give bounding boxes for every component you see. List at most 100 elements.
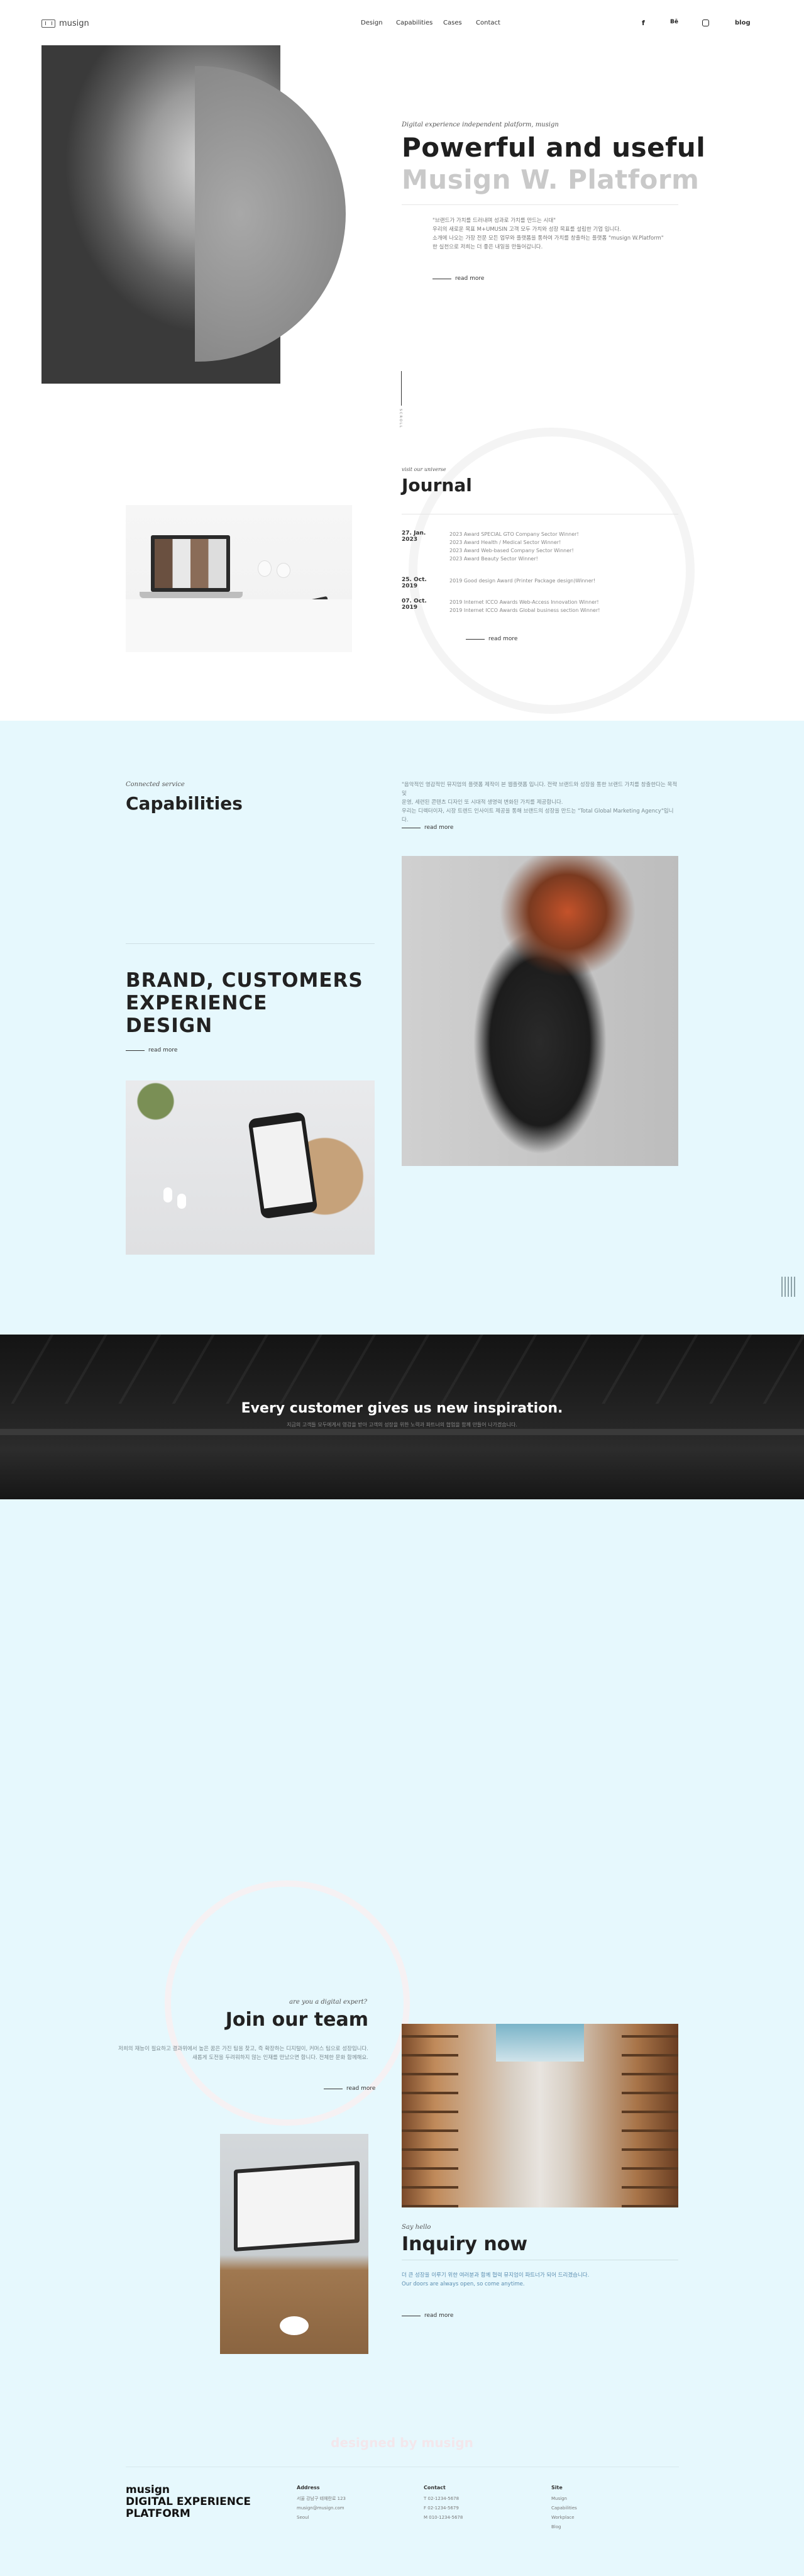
hero-tagline: Digital experience independent platform,…: [402, 121, 559, 128]
hero-divider: [402, 204, 678, 205]
speaker-left: [258, 560, 272, 577]
capabilities-desc-1: "음악적인 영감적인 뮤지엄의 플랫폼 제작이 본 웹플랫폼 입니다. 전략 브…: [402, 782, 678, 797]
team-body-2: 새롭게 도전을 두려워하지 않는 인재를 만났으면 합니다. 전체한 문화 함께…: [192, 2055, 368, 2061]
brand-heading-line: BRAND, CUSTOMERS: [126, 969, 363, 992]
coffee-cup: [280, 2316, 309, 2335]
brand-read-more-label: read more: [148, 1047, 178, 1053]
journal-read-more-label: read more: [488, 636, 518, 642]
journal-entry[interactable]: 27. Jan. 2023 2023 Award SPECIAL GTO Com…: [402, 530, 678, 563]
logo-text: musign: [59, 19, 89, 28]
logo[interactable]: musign: [41, 19, 89, 28]
journal-item: 2023 Award Beauty Sector Winner!: [449, 556, 538, 562]
hero-body-2: 소개에 나오는 가장 전문 모든 업무와 플랫폼을 통하여 가치를 창출하는 플…: [432, 235, 664, 242]
journal-item: 2019 Internet ICCO Awards Global busines…: [449, 608, 600, 613]
footer-logo[interactable]: musign DIGITAL EXPERIENCE PLATFORM: [126, 2484, 251, 2520]
footer-col-item[interactable]: musign@musign.com: [297, 2504, 346, 2513]
capabilities-desc-2: 운영, 세련된 콘텐츠 디자인 또 시대적 생명력 변화된 가치를 제공합니다.: [402, 799, 563, 806]
journal-date: 25. Oct. 2019: [402, 577, 427, 589]
brand-heading-line: DESIGN: [126, 1014, 213, 1037]
footer-col-item: F 02-1234-5679: [424, 2506, 459, 2511]
grid-dots-icon[interactable]: [781, 1277, 795, 1297]
journal-read-more[interactable]: read more: [466, 636, 517, 642]
journal-entry[interactable]: 07. Oct. 2019 2019 Internet ICCO Awards …: [402, 598, 678, 614]
inquiry-read-more[interactable]: read more: [402, 2312, 453, 2319]
brand-heading-line: EXPERIENCE: [126, 992, 268, 1014]
blog-link[interactable]: blog: [735, 19, 751, 26]
capabilities-desc: "음악적인 영감적인 뮤지엄의 플랫폼 제작이 본 웹플랫폼 입니다. 전략 브…: [402, 780, 678, 824]
capabilities-read-more[interactable]: read more: [402, 824, 453, 831]
hero-read-more-label: read more: [455, 275, 485, 282]
team-read-more[interactable]: read more: [324, 2085, 375, 2092]
footer-watermark: designed by musign: [331, 2435, 473, 2450]
journal-laptop-photo: [126, 505, 352, 652]
hero-body-3: 한 실천으로 저희는 더 좋은 내일을 만들어갑니다.: [432, 244, 543, 250]
hero-grey-circle: [195, 66, 346, 362]
library-photo: [402, 2024, 678, 2207]
journal-entry[interactable]: 25. Oct. 2019 2019 Good design Award (Pr…: [402, 577, 678, 589]
brand-read-more[interactable]: read more: [126, 1047, 177, 1053]
capabilities-tagline: Connected service: [126, 781, 185, 788]
hero-body-1: 우리의 새로운 목표 M+UMUSIN 고객 모두 가치와 성장 목표를 설립한…: [432, 226, 621, 233]
library-skylight: [496, 2024, 584, 2062]
desk-surface: [126, 599, 352, 652]
footer-col-title: Contact: [424, 2485, 446, 2490]
inquiry-tagline: Say hello: [402, 2224, 431, 2231]
journal-item: 2023 Award SPECIAL GTO Company Sector Wi…: [449, 531, 579, 537]
journal-date: 07. Oct. 2019: [402, 598, 427, 611]
capabilities-desc-3: 우리는 디렉터이자, 시장 트렌드 인사이트 제공을 통해 브랜드의 성장을 만…: [402, 808, 674, 823]
footer-col-item: 서울 강남구 테헤란로 123: [297, 2496, 346, 2501]
footer-col-item[interactable]: Workplace: [551, 2513, 577, 2523]
footer-col-item: Seoul: [297, 2515, 309, 2520]
footer-col-title: Site: [551, 2485, 563, 2490]
nav-capabilities[interactable]: Capabilities: [396, 19, 432, 26]
capabilities-portrait-photo: [402, 856, 678, 1166]
footer-logo-line: DIGITAL EXPERIENCE: [126, 2496, 251, 2508]
instagram-icon[interactable]: [702, 19, 709, 26]
nav-contact[interactable]: Contact: [476, 19, 500, 26]
site-header: musign Design Capabilities Cases Contact…: [0, 0, 804, 48]
earbud-left: [163, 1187, 172, 1202]
read-more-line: [466, 638, 485, 640]
logo-mark-icon: [41, 19, 55, 28]
inspiration-banner: Every customer gives us new inspiration.…: [0, 1335, 804, 1499]
scroll-label: SCROLL: [399, 409, 402, 429]
team-tagline: are you a digital expert?: [289, 1999, 367, 2006]
journal-item: 2019 Internet ICCO Awards Web-Access Inn…: [449, 599, 599, 605]
laptop-base: [140, 592, 243, 598]
bookshelf-left: [402, 2024, 458, 2207]
nav-cases[interactable]: Cases: [443, 19, 462, 26]
computer-monitor: [234, 2161, 360, 2251]
team-title: Join our team: [225, 2009, 368, 2031]
journal-item: 2019 Good design Award (Printer Package …: [449, 578, 596, 584]
journal-item: 2023 Award Health / Medical Sector Winne…: [449, 540, 561, 545]
team-read-more-label: read more: [346, 2085, 376, 2092]
hero-body: "브랜드가 가치를 드러내며 성과로 가치를 만드는 시대" 우리의 새로운 목…: [432, 216, 684, 252]
journal-list: 27. Jan. 2023 2023 Award SPECIAL GTO Com…: [402, 530, 678, 614]
smartphone-device: [248, 1111, 318, 1219]
footer-col-item[interactable]: M 010-1234-5678: [424, 2513, 463, 2523]
footer-col-item[interactable]: T 02-1234-5678: [424, 2494, 463, 2504]
footer-col-item[interactable]: Capabilities: [551, 2504, 577, 2513]
inquiry-read-more-label: read more: [424, 2312, 454, 2319]
footer-logo-line: musign: [126, 2484, 170, 2496]
laptop-display: [155, 539, 226, 588]
banner-subtitle: 지금의 고객들 모두에게서 영감을 받아 고객의 성장을 위한 노력과 파트너의…: [287, 1422, 517, 1428]
journal-tagline: visit our universe: [402, 467, 446, 472]
inquiry-title: Inquiry now: [402, 2233, 528, 2255]
footer-col-item[interactable]: Blog: [551, 2523, 577, 2532]
behance-icon[interactable]: Bē: [670, 19, 678, 25]
nav-design[interactable]: Design: [361, 19, 383, 26]
brand-divider: [126, 943, 375, 944]
facebook-icon[interactable]: f: [642, 19, 645, 27]
scroll-line: [401, 371, 402, 406]
bookshelf-right: [622, 2024, 678, 2207]
team-body: 저희의 재능이 필요하고 결과위에서 높은 꿈은 가진 팀을 찾고, 즉 확장하…: [113, 2045, 368, 2062]
hero-quote: "브랜드가 가치를 드러내며 성과로 가치를 만드는 시대": [432, 218, 556, 224]
footer-logo-line: PLATFORM: [126, 2507, 190, 2520]
capabilities-read-more-label: read more: [424, 824, 454, 831]
banner-title: Every customer gives us new inspiration.: [241, 1401, 563, 1416]
capabilities-phone-photo: [126, 1080, 375, 1255]
speaker-right: [277, 563, 290, 578]
hero-read-more[interactable]: read more: [432, 275, 484, 282]
footer-col-item[interactable]: Musign: [551, 2494, 577, 2504]
